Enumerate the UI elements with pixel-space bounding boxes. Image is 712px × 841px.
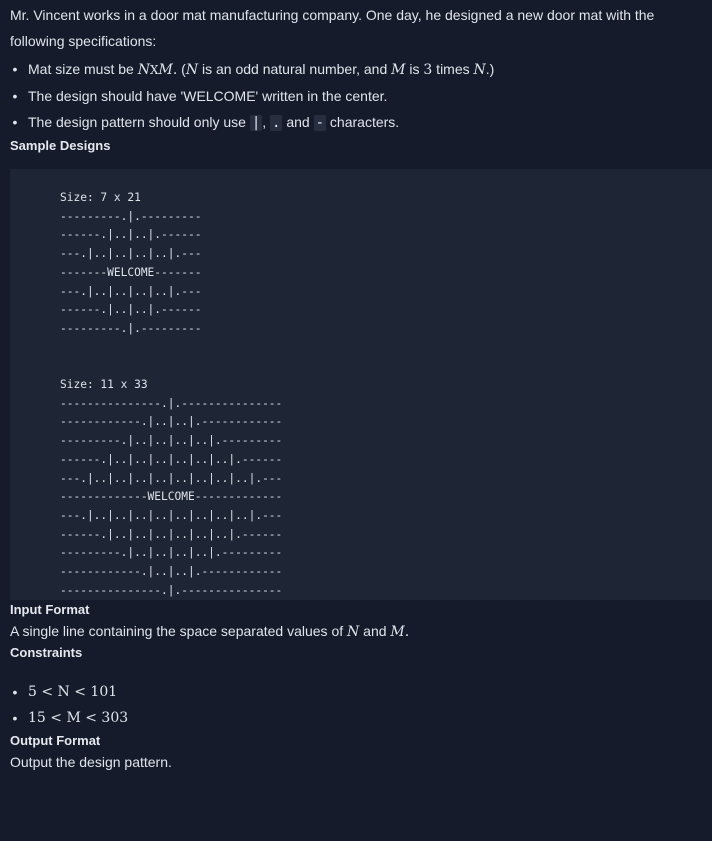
bullet: • xyxy=(12,61,18,77)
constraints-list: • 5 < N < 101 • 15 < M < 303 xyxy=(10,679,712,731)
spec-text: is an odd natural number, and xyxy=(198,61,392,77)
spec-text: times xyxy=(432,61,474,77)
pattern-line: ---.|..|..|..|..|..|..|..|..|.--- xyxy=(60,508,283,522)
output-format-heading: Output Format xyxy=(10,733,101,748)
pattern-line: ---------.|..|..|..|..|.--------- xyxy=(60,546,283,560)
math-m: M xyxy=(391,62,406,78)
spec-text: The design should have 'WELCOME' written… xyxy=(28,88,388,104)
spec-item-welcome: • The design should have 'WELCOME' writt… xyxy=(10,83,712,109)
math-n: N xyxy=(347,624,360,640)
math-three: 3 xyxy=(423,62,433,78)
problem-statement: Mr. Vincent works in a door mat manufact… xyxy=(0,0,712,841)
sample-designs-heading: Sample Designs xyxy=(10,138,111,153)
pattern-line: ------------.|..|..|.------------ xyxy=(60,415,283,429)
bullet: • xyxy=(12,88,18,104)
math-m: M xyxy=(390,624,405,640)
pattern-line: -------WELCOME------- xyxy=(60,265,202,279)
spec-text: , xyxy=(262,114,271,130)
input-text: A single line containing the space separ… xyxy=(10,623,348,639)
sample-designs-code-block[interactable]: Size: 7 x 21 ---------.|.--------- -----… xyxy=(10,169,712,600)
output-format-text: Output the design pattern. xyxy=(10,754,172,770)
bullet: • xyxy=(12,114,18,130)
inline-code-pipe: | xyxy=(249,115,263,131)
constraint-m: • 15 < M < 303 xyxy=(10,705,712,731)
math-times: X xyxy=(149,63,159,77)
spec-item-size: • Mat size must be NXM. (N is an odd nat… xyxy=(10,56,712,83)
spec-item-characters: • The design pattern should only use |, … xyxy=(10,109,712,136)
spec-list: • Mat size must be NXM. (N is an odd nat… xyxy=(0,56,712,136)
spec-text: is xyxy=(405,61,424,77)
input-text: and xyxy=(359,623,391,639)
constraints-heading: Constraints xyxy=(10,645,83,660)
pattern-line: ---.|..|..|..|..|..|..|..|..|.--- xyxy=(60,471,283,485)
pattern-line: ---------------.|.--------------- xyxy=(60,396,283,410)
constraint-text: 5 < N < 101 xyxy=(28,684,118,700)
spec-text: characters. xyxy=(326,114,400,130)
pattern-line: ---------.|.--------- xyxy=(60,321,202,335)
pattern-line: -------------WELCOME------------- xyxy=(60,490,283,504)
size-label-small: Size: 7 x 21 xyxy=(60,191,141,204)
pattern-line: ---.|..|..|..|..|.--- xyxy=(60,284,202,298)
math-n: N xyxy=(185,62,199,78)
sample-large: Size: 11 x 33 ---------------.|.--------… xyxy=(60,376,712,600)
size-label-large: Size: 11 x 33 xyxy=(60,378,148,391)
math-n: N xyxy=(137,62,150,78)
constraint-text: 15 < M < 303 xyxy=(28,710,129,726)
spec-text: Mat size must be xyxy=(28,61,138,77)
pattern-line: ------.|..|..|..|..|..|..|.------ xyxy=(60,527,283,541)
sample-small: Size: 7 x 21 ---------.|.--------- -----… xyxy=(60,189,712,339)
pattern-line: ---------.|.--------- xyxy=(60,209,202,223)
pattern-line: ---.|..|..|..|..|.--- xyxy=(60,247,202,261)
math-dot: . xyxy=(404,624,410,640)
pattern-line: ------------.|..|..|.------------ xyxy=(60,565,283,579)
pattern-line: ---------------.|.--------------- xyxy=(60,583,283,597)
intro-text: Mr. Vincent works in a door mat manufact… xyxy=(10,7,655,49)
pattern-line: ------.|..|..|.------ xyxy=(60,228,202,242)
spec-text: and xyxy=(282,114,314,130)
pattern-line: ---------.|..|..|..|..|.--------- xyxy=(60,434,283,448)
spec-text: .) xyxy=(485,61,495,77)
bullet: • xyxy=(12,684,18,700)
inline-code-dash: - xyxy=(313,115,327,131)
pattern-line: ------.|..|..|..|..|..|..|.------ xyxy=(60,452,283,466)
input-format-heading: Input Format xyxy=(10,602,90,617)
pattern-line: ------.|..|..|.------ xyxy=(60,303,202,317)
math-m: M xyxy=(158,62,173,78)
spec-text: ( xyxy=(177,61,186,77)
input-format-text: A single line containing the space separ… xyxy=(0,620,712,643)
constraint-n: • 5 < N < 101 xyxy=(10,679,712,705)
math-n: N xyxy=(473,62,486,78)
inline-code-dot: . xyxy=(270,115,283,131)
spec-text: The design pattern should only use xyxy=(28,114,250,130)
bullet: • xyxy=(12,710,18,726)
